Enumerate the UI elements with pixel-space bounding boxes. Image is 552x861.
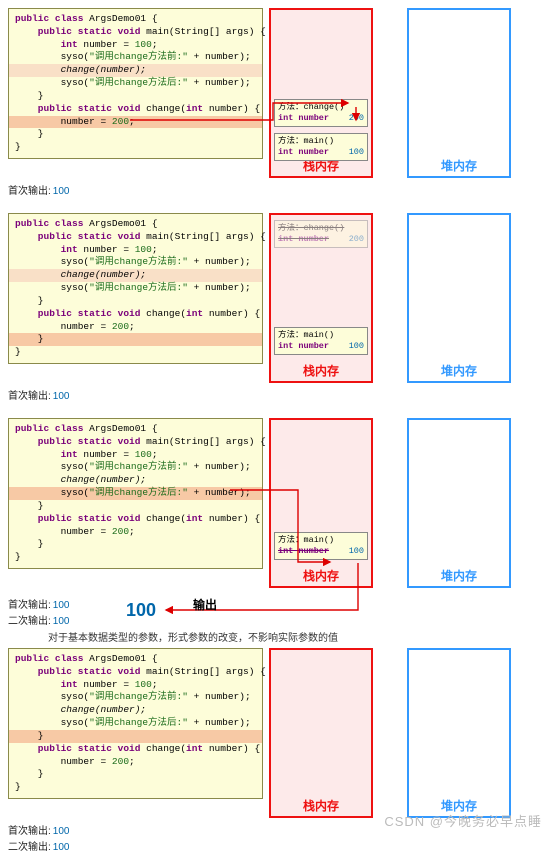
- stack-frame-change-pop: 方法：change() int number200: [274, 220, 368, 248]
- stack-frame-main: 方法：main() int number100: [274, 532, 368, 560]
- stack-box-4: 栈内存: [269, 648, 373, 818]
- heap-box-2: 堆内存: [407, 213, 511, 383]
- stack-box-3: 方法：main() int number100 栈内存: [269, 418, 373, 588]
- output-label: 输出: [193, 596, 217, 613]
- outputs-3: 首次输出:100 二次输出:100: [8, 596, 544, 627]
- code-box-2: public class ArgsDemo01 { public static …: [8, 213, 263, 364]
- panel-1: public class ArgsDemo01 { public static …: [8, 8, 544, 203]
- code-box-1: public class ArgsDemo01 { public static …: [8, 8, 263, 159]
- watermark: CSDN @今晚务必早点睡: [384, 811, 542, 830]
- outputs-1: 首次输出:100: [8, 182, 544, 197]
- heap-box-4: 堆内存: [407, 648, 511, 818]
- stack-frame-change: 方法：change() int number200: [274, 99, 368, 127]
- summary-note: 对于基本数据类型的参数，形式参数的改变，不影响实际参数的值: [48, 629, 544, 644]
- stack-frame-main: 方法：main() int number100: [274, 327, 368, 355]
- panel-3: public class ArgsDemo01 { public static …: [8, 418, 544, 638]
- stack-box-1: 方法：change() int number200 方法：main() int …: [269, 8, 373, 178]
- panel-2: public class ArgsDemo01 { public static …: [8, 213, 544, 408]
- heap-box-1: 堆内存: [407, 8, 511, 178]
- heap-box-3: 堆内存: [407, 418, 511, 588]
- outputs-2: 首次输出:100: [8, 387, 544, 402]
- code-box-4: public class ArgsDemo01 { public static …: [8, 648, 263, 799]
- stack-frame-main: 方法：main() int number100: [274, 133, 368, 161]
- stack-box-2: 方法：change() int number200 方法：main() int …: [269, 213, 373, 383]
- heap-label: 堆内存: [409, 155, 509, 176]
- output-big-value: 100: [126, 600, 156, 621]
- code-box-3: public class ArgsDemo01 { public static …: [8, 418, 263, 569]
